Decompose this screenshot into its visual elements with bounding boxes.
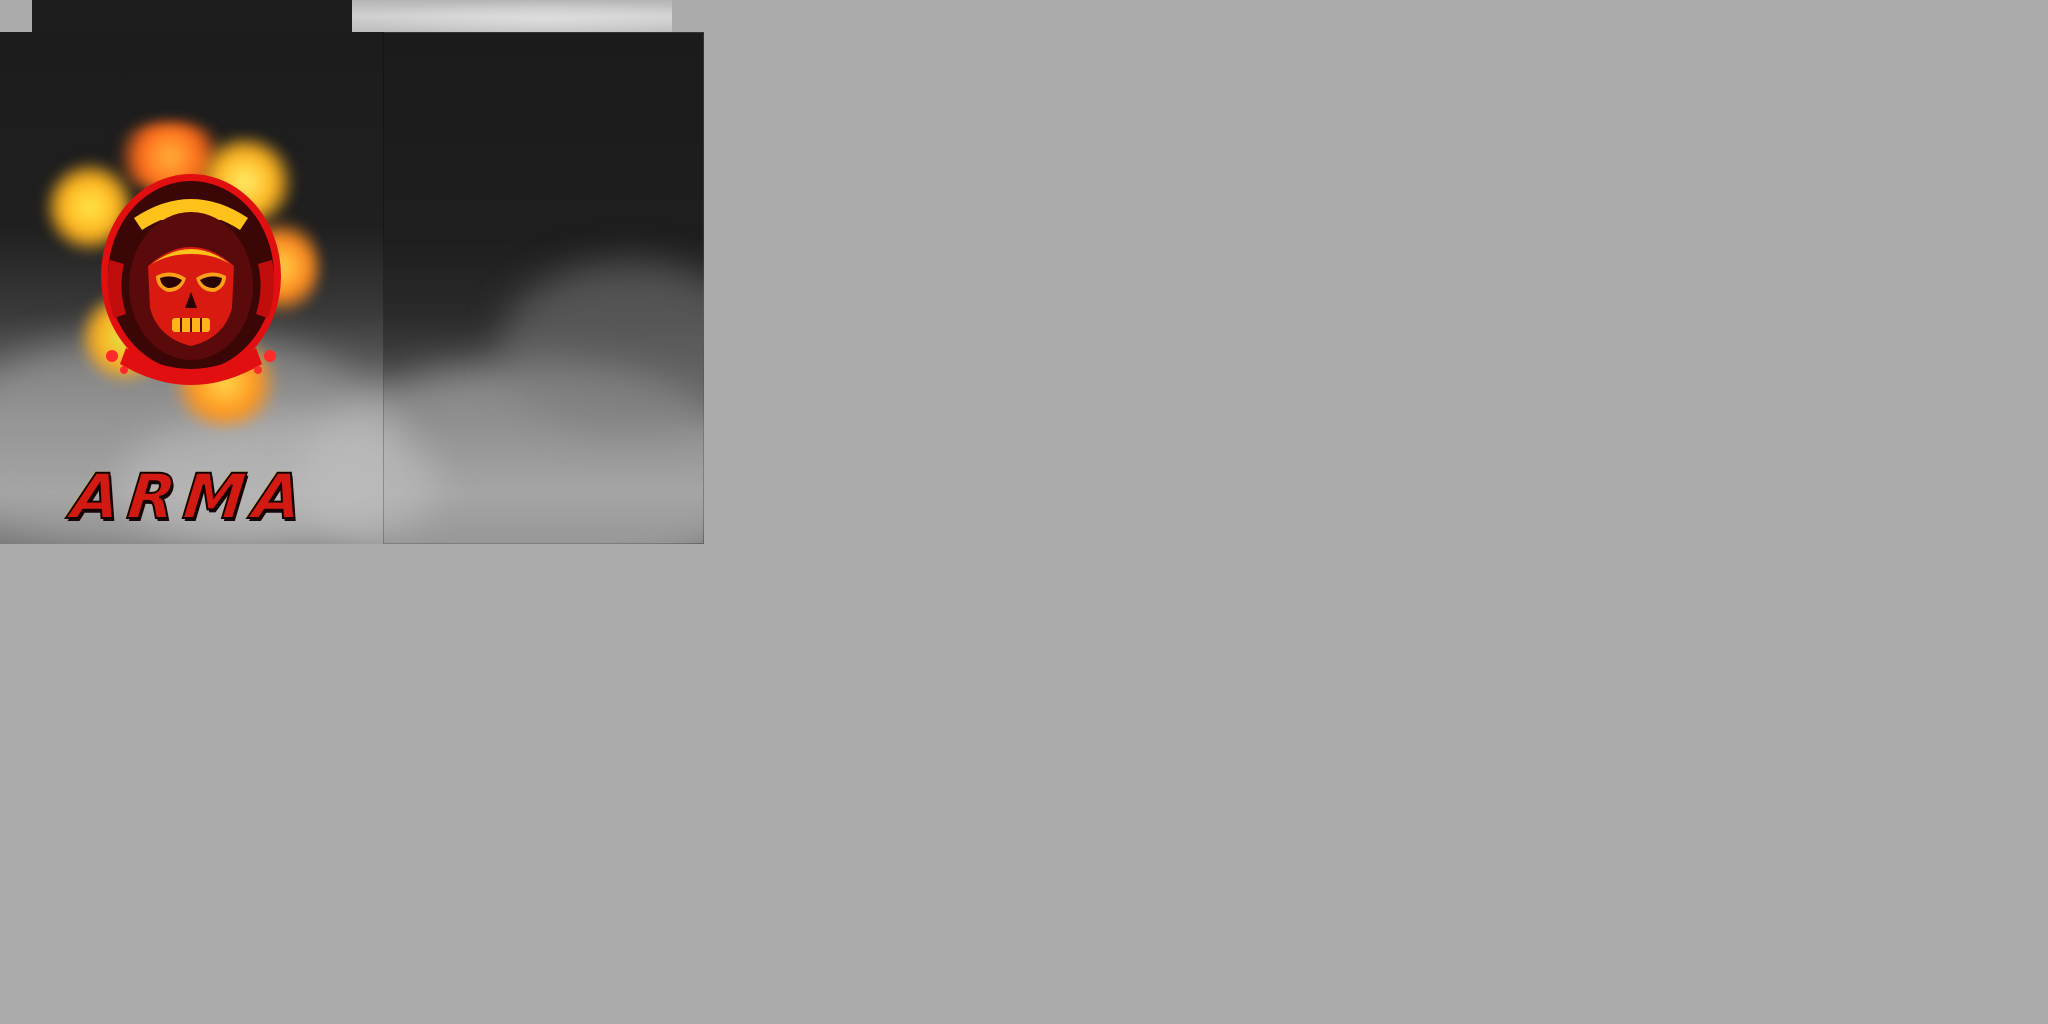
skull-astronaut-helmet-icon [101,174,281,385]
top-dark-strip [32,0,352,32]
texture-seam [383,32,384,544]
texture-atlas: ARMA [0,0,2048,1024]
logo-texture-panel: ARMA [0,32,704,544]
arma-logo-text: ARMA [67,459,314,534]
top-fog-strip [352,0,672,32]
